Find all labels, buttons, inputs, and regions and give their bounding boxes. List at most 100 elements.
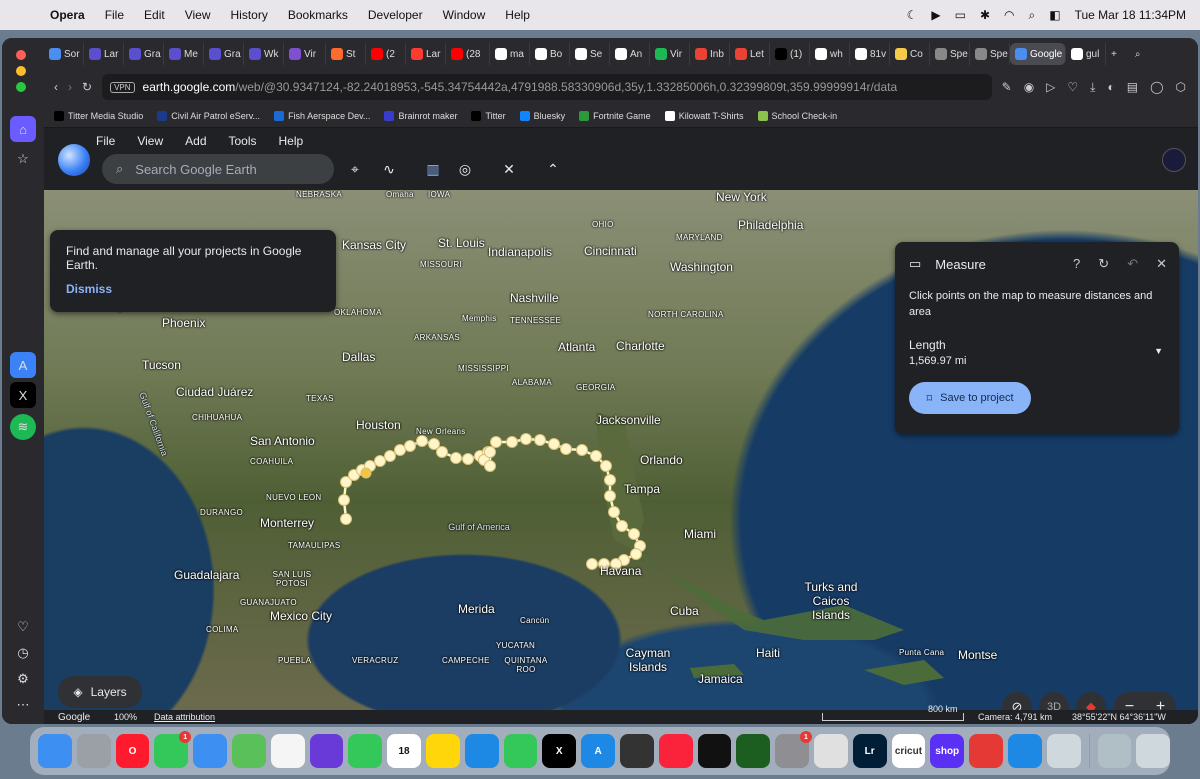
- more-icon[interactable]: ⋯: [10, 692, 36, 718]
- measure-point[interactable]: [608, 506, 620, 518]
- earth-menu-view[interactable]: View: [137, 134, 163, 148]
- measure-point[interactable]: [600, 460, 612, 472]
- downloads-icon[interactable]: [1097, 734, 1132, 768]
- battery-saver-icon[interactable]: ◐: [1107, 80, 1114, 95]
- data-attribution-link[interactable]: Data attribution: [154, 712, 215, 722]
- search-icon[interactable]: ⌕: [1029, 8, 1036, 23]
- tab-11[interactable]: ma: [490, 43, 530, 65]
- menu-window[interactable]: Window: [433, 8, 496, 22]
- imovie-icon[interactable]: [309, 734, 344, 768]
- tab-25[interactable]: gul: [1066, 43, 1106, 65]
- reload-icon[interactable]: ↻: [82, 80, 92, 94]
- earth-search-input[interactable]: ⌕ Search Google Earth: [102, 154, 334, 184]
- measure-point[interactable]: [490, 436, 502, 448]
- wallet-icon[interactable]: ▤: [1127, 80, 1138, 95]
- capcut-icon[interactable]: [697, 734, 732, 768]
- zoom-window-button[interactable]: [16, 82, 26, 92]
- measure-point[interactable]: [360, 467, 372, 479]
- bookmark-item[interactable]: Kilowatt T-Shirts: [664, 110, 744, 121]
- mail-icon[interactable]: [193, 734, 227, 768]
- tab-5[interactable]: Wk: [244, 43, 284, 65]
- messages-icon[interactable]: 1: [154, 731, 192, 768]
- moon-icon[interactable]: ☾: [907, 8, 918, 22]
- menu-developer[interactable]: Developer: [358, 8, 433, 22]
- davinci-icon[interactable]: [619, 734, 654, 768]
- path-icon[interactable]: ∿: [378, 158, 400, 180]
- refresh-icon[interactable]: ↻: [1098, 256, 1109, 272]
- tab-9[interactable]: Lar: [406, 43, 446, 65]
- tab-14[interactable]: An: [610, 43, 650, 65]
- notes-icon[interactable]: [425, 734, 460, 768]
- placemark-icon[interactable]: ⌖: [344, 158, 366, 180]
- menu-edit[interactable]: Edit: [134, 8, 175, 22]
- earth-menu-tools[interactable]: Tools: [229, 134, 257, 148]
- tab-0[interactable]: Sor: [44, 43, 84, 65]
- history-icon[interactable]: ◷: [10, 640, 36, 666]
- dismiss-button[interactable]: Dismiss: [66, 282, 112, 296]
- bookmark-item[interactable]: Bluesky: [519, 110, 565, 121]
- measure-point[interactable]: [548, 438, 560, 450]
- undo-icon[interactable]: ↶: [1127, 256, 1138, 272]
- measure-point[interactable]: [604, 474, 616, 486]
- voyager-icon[interactable]: ◎: [454, 158, 476, 180]
- maps-icon[interactable]: [231, 734, 266, 768]
- calendar-icon[interactable]: 18: [387, 734, 421, 768]
- tab-search-icon[interactable]: ⌕: [1130, 43, 1146, 65]
- battery-icon[interactable]: ▭: [955, 8, 966, 22]
- bookmark-item[interactable]: Fortnite Game: [579, 110, 651, 121]
- control-center-icon[interactable]: ◧: [1049, 8, 1060, 22]
- measure-point[interactable]: [416, 435, 428, 447]
- menu-file[interactable]: File: [95, 8, 134, 22]
- measure-point[interactable]: [436, 446, 448, 458]
- bookmark-item[interactable]: Brainrot maker: [384, 110, 457, 121]
- safari-icon[interactable]: [1007, 734, 1042, 768]
- measure-point[interactable]: [560, 443, 572, 455]
- measure-point[interactable]: [616, 520, 628, 532]
- tab-3[interactable]: Me: [164, 43, 204, 65]
- measure-point[interactable]: [534, 434, 546, 446]
- measure-point[interactable]: [450, 452, 462, 464]
- measure-point[interactable]: [520, 433, 532, 445]
- tab-16[interactable]: Inb: [690, 43, 730, 65]
- extensions-icon[interactable]: ⬡: [1176, 80, 1186, 95]
- tab-24[interactable]: Google: [1010, 43, 1066, 65]
- edit-icon[interactable]: ✎: [1002, 80, 1012, 95]
- tab-17[interactable]: Let: [730, 43, 770, 65]
- tab-21[interactable]: Co: [890, 43, 930, 65]
- shop-icon[interactable]: shop: [930, 734, 965, 768]
- close-window-button[interactable]: [16, 50, 26, 60]
- tab-2[interactable]: Gra: [124, 43, 164, 65]
- heart-icon[interactable]: ♡: [10, 614, 36, 640]
- camera-icon[interactable]: ◉: [1024, 80, 1034, 95]
- measure-point[interactable]: [576, 444, 588, 456]
- measure-point[interactable]: [384, 450, 396, 462]
- menu-bookmarks[interactable]: Bookmarks: [278, 8, 358, 22]
- app-window-icon[interactable]: [1046, 734, 1081, 768]
- tab-13[interactable]: Se: [570, 43, 610, 65]
- measure-point[interactable]: [340, 513, 352, 525]
- photos-icon[interactable]: [270, 734, 305, 768]
- x-sidebar-icon[interactable]: X: [10, 382, 36, 408]
- tab-23[interactable]: Spe: [970, 43, 1010, 65]
- roblox-icon[interactable]: [813, 734, 848, 768]
- tab-20[interactable]: 81v: [850, 43, 890, 65]
- home-icon[interactable]: ⌂: [10, 116, 36, 142]
- account-icon[interactable]: ◯: [1150, 80, 1163, 95]
- collapse-chevron-icon[interactable]: ⌃: [542, 158, 564, 180]
- earth-menu-file[interactable]: File: [96, 134, 115, 148]
- menu-clock[interactable]: Tue Mar 18 11:34PM: [1075, 8, 1186, 22]
- measure-point[interactable]: [586, 558, 598, 570]
- forward-icon[interactable]: ›: [68, 80, 72, 94]
- x-icon[interactable]: X: [542, 734, 577, 768]
- measure-point[interactable]: [338, 494, 350, 506]
- save-to-project-button[interactable]: ⌑ Save to project: [909, 382, 1031, 414]
- music-icon[interactable]: [658, 734, 693, 768]
- bookmark-heart-icon[interactable]: ♡: [1067, 80, 1078, 95]
- earth-menu-help[interactable]: Help: [279, 134, 304, 148]
- settings-gear-icon[interactable]: ⚙: [10, 666, 36, 692]
- tab-10[interactable]: (28: [446, 43, 490, 65]
- tab-12[interactable]: Bo: [530, 43, 570, 65]
- tab-18[interactable]: (1): [770, 43, 810, 65]
- measure-point[interactable]: [374, 455, 386, 467]
- tab-19[interactable]: wh: [810, 43, 850, 65]
